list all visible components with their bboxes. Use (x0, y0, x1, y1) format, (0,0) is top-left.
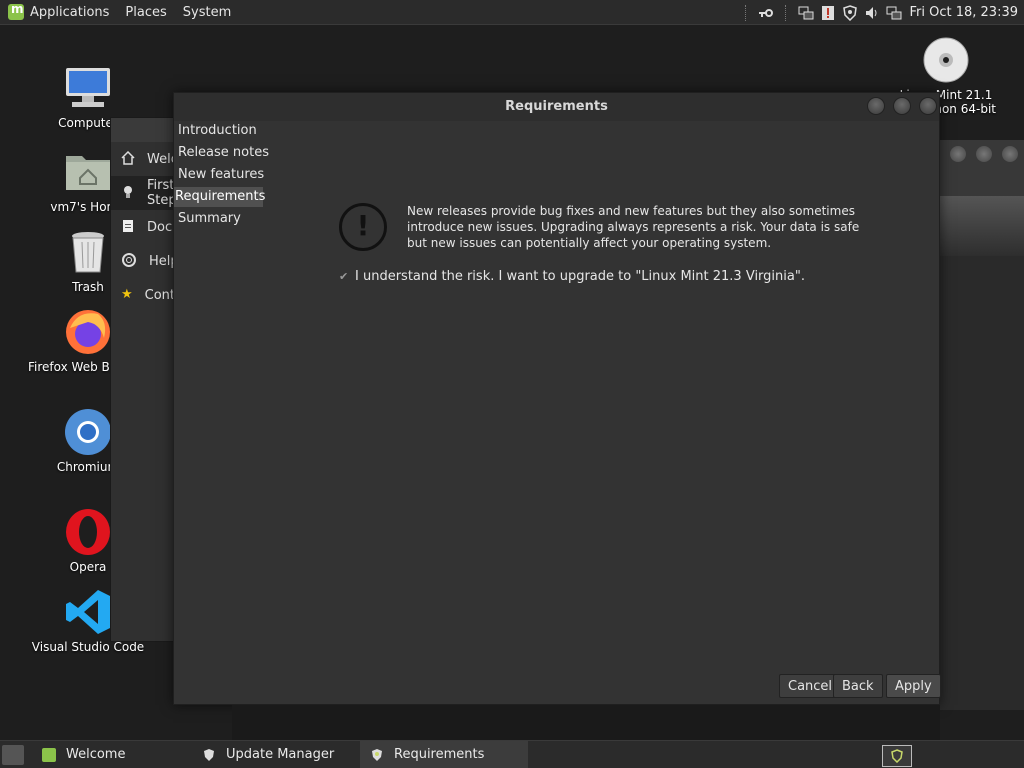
show-desktop-icon[interactable] (2, 744, 24, 765)
risk-checkbox-row[interactable]: ✔ I understand the risk. I want to upgra… (339, 269, 805, 284)
shield-icon (202, 748, 216, 762)
nav-item-summary[interactable]: Summary (174, 209, 266, 229)
close-button[interactable] (1002, 146, 1018, 162)
vscode-icon (64, 588, 112, 636)
key-icon[interactable] (758, 5, 774, 21)
warning-text: New releases provide bug fixes and new f… (407, 204, 860, 250)
dvd-icon (922, 36, 970, 84)
maximize-button[interactable] (893, 97, 911, 115)
dialog-sidebar: Introduction Release notes New features … (174, 121, 269, 231)
system-tray: Fri Oct 18, 23:39 (737, 0, 1024, 25)
tray-separator (785, 4, 787, 21)
window-shadow (232, 705, 940, 740)
star-icon: ★ (121, 287, 133, 302)
apply-button[interactable]: Apply (886, 674, 941, 698)
risk-checkbox-label[interactable]: I understand the risk. I want to upgrade… (355, 269, 805, 284)
system-menu[interactable]: System (175, 0, 239, 25)
minimize-button[interactable] (950, 146, 966, 162)
mint-menu-icon[interactable] (8, 2, 24, 20)
minimize-button[interactable] (867, 97, 885, 115)
window-titlebar (940, 140, 1024, 196)
firefox-icon (64, 308, 112, 356)
risk-checkbox[interactable]: ✔ (339, 270, 351, 283)
computer-icon (64, 64, 112, 112)
network-icon[interactable] (798, 5, 814, 21)
task-requirements[interactable]: Requirements (360, 741, 528, 768)
help-icon (121, 253, 137, 269)
home-icon (121, 150, 135, 167)
chromium-icon (64, 408, 112, 456)
bulb-icon (121, 185, 135, 201)
task-welcome[interactable]: Welcome (32, 741, 192, 768)
display-icon[interactable] (886, 5, 902, 21)
taskbar: Welcome Update Manager Requirements (0, 740, 1024, 768)
window-header (940, 196, 1024, 256)
close-button[interactable] (919, 97, 937, 115)
shield-icon[interactable] (842, 4, 858, 21)
places-menu[interactable]: Places (117, 0, 174, 25)
nav-item-release-notes[interactable]: Release notes (174, 143, 269, 163)
dialog-title: Requirements (174, 93, 939, 121)
volume-icon[interactable] (864, 5, 880, 21)
warning-icon: ! (339, 203, 387, 251)
nav-item-new-features[interactable]: New features (174, 165, 266, 185)
top-panel: Applications Places System Fri Oct 18, 2… (0, 0, 1024, 25)
task-update-manager[interactable]: Update Manager (192, 741, 360, 768)
cancel-button[interactable]: Cancel (779, 674, 842, 698)
clock[interactable]: Fri Oct 18, 23:39 (905, 5, 1024, 20)
home-folder-icon (64, 148, 112, 196)
tray-separator (745, 4, 747, 21)
maximize-button[interactable] (976, 146, 992, 162)
back-button[interactable]: Back (833, 674, 883, 698)
nav-item-introduction[interactable]: Introduction (174, 121, 266, 141)
update-tray-icon[interactable] (882, 745, 912, 767)
task-label: Requirements (394, 747, 485, 762)
trash-icon (64, 228, 112, 276)
nav-item-requirements[interactable]: Requirements (174, 187, 265, 207)
update-manager-window (940, 140, 1024, 710)
document-icon (121, 219, 135, 235)
task-label: Welcome (66, 747, 126, 762)
requirements-dialog: Requirements Introduction Release notes … (173, 92, 941, 705)
desktop-icon-label: Visual Studio Code (31, 640, 145, 654)
shield-icon (370, 748, 384, 762)
applications-menu[interactable]: Applications (30, 0, 117, 25)
task-label: Update Manager (226, 747, 335, 762)
update-notification-icon[interactable] (820, 5, 836, 21)
opera-icon (64, 508, 112, 556)
mint-welcome-icon (42, 747, 56, 762)
